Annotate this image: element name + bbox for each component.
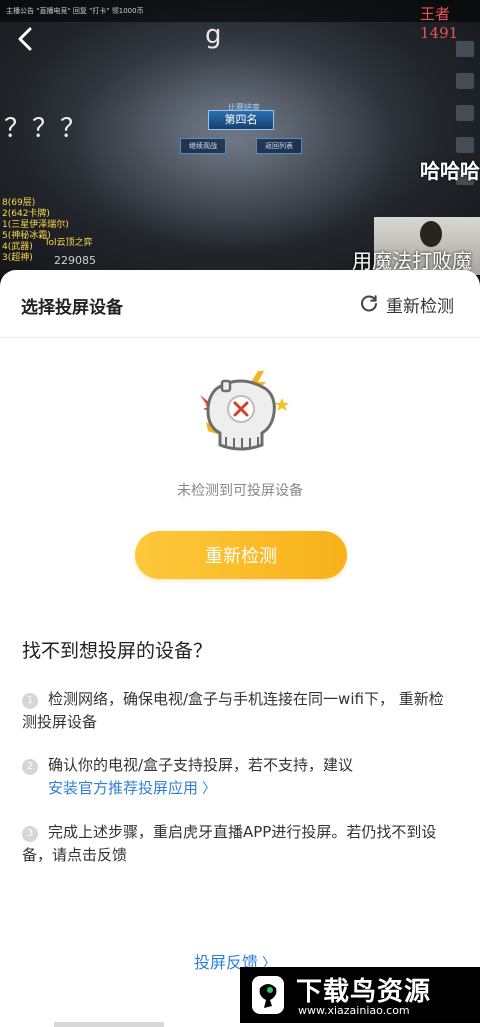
redetect-header-label: 重新检测 [386, 296, 454, 317]
recommended-app-link[interactable]: 安装官方推荐投屏应用〉 [22, 779, 216, 797]
help-step: 3 完成上述步骤，重启虎牙直播APP进行投屏。若仍找不到设备，请点击反馈 [22, 821, 452, 867]
danmaku-question-marks: ？？？ [4, 114, 89, 144]
rank-score-text: 王者1491 [420, 5, 459, 42]
video-top-strip: 主播公告 "直播电竞" 回复 "打卡" 领1000币 王者1491 [0, 0, 480, 42]
game-name-text: lol云顶之弈 [46, 238, 93, 249]
help-step: 2 确认你的电视/盒子支持投屏，若不支持，建议 安装官方推荐投屏应用〉 [22, 754, 452, 801]
home-indicator [54, 1022, 164, 1027]
player-list-item: 8(69层) [2, 198, 36, 208]
rank-label: 第四名 [208, 110, 274, 130]
viewer-number: 229085 [54, 254, 96, 267]
help-title: 找不到想投屏的设备？ [22, 640, 213, 662]
rank-button-right: 返回列表 [256, 138, 302, 154]
help-step: 1 检测网络，确保电视/盒子与手机连接在同一wifi下， 重新检测投屏设备 [22, 688, 452, 734]
watermark: 下载鸟资源 www.xiazainiao.com [240, 967, 480, 1023]
chevron-right-icon: 〉 [202, 781, 217, 797]
announcement-text: 主播公告 "直播电竞" 回复 "打卡" 领1000币 [6, 7, 144, 15]
step-text: 检测网络，确保电视/盒子与手机连接在同一wifi下， 重新检测投屏设备 [22, 690, 444, 731]
step-number: 1 [22, 693, 38, 709]
step-number: 2 [22, 759, 38, 775]
step-text: 完成上述步骤，重启虎牙直播APP进行投屏。若仍找不到设备，请点击反馈 [22, 823, 437, 864]
step-number: 3 [22, 826, 38, 842]
recommended-app-label: 安装官方推荐投屏应用 [48, 779, 199, 797]
danmaku-text: 哈哈哈 [420, 159, 480, 183]
sheet-header: 选择投屏设备 重新检测 [0, 270, 480, 338]
live-video: 主播公告 "直播电竞" 回复 "打卡" 领1000币 王者1491 g 比赛结束… [0, 0, 480, 275]
bird-logo-icon [252, 976, 284, 1014]
redetect-header-button[interactable]: 重新检测 [359, 292, 454, 317]
watermark-url: www.xiazainiao.com [298, 1004, 410, 1017]
redetect-button[interactable]: 重新检测 [135, 531, 347, 579]
player-list-item: 2(642卡牌) [2, 209, 50, 219]
player-list-item: 1(三星伊泽瑞尔) [2, 220, 69, 230]
watermark-title: 下载鸟资源 [296, 977, 432, 1007]
hud-letter: g [205, 20, 222, 50]
game-name: lol云顶之弈 [46, 238, 93, 248]
empty-state-text: 未检测到可投屏设备 [177, 483, 303, 499]
back-icon[interactable] [14, 26, 36, 52]
refresh-icon [361, 295, 377, 312]
no-device-illustration [186, 367, 294, 463]
rank-panel: 比赛结束 第四名 继续观战 返回列表 [180, 102, 302, 158]
rank-button-left: 继续观战 [180, 138, 226, 154]
cast-device-sheet: 选择投屏设备 重新检测 未检测到可投屏设备 重新检测 找不到想投屏的设备？ 1 … [0, 270, 480, 1027]
sheet-title: 选择投屏设备 [21, 298, 123, 318]
step-text: 确认你的电视/盒子支持投屏，若不支持，建议 [48, 756, 354, 774]
